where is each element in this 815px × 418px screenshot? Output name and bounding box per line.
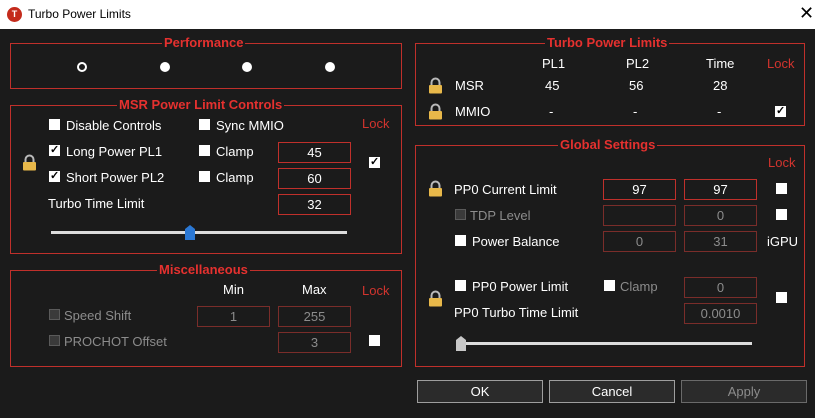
disable-controls-checkbox[interactable]	[49, 119, 60, 130]
tdp-level-label: TDP Level	[470, 208, 531, 223]
long-power-label: Long Power PL1	[66, 144, 163, 159]
pp0-turbo-slider-track[interactable]	[456, 342, 752, 345]
mmio-row-pl2: -	[633, 104, 638, 119]
global-settings-title: Global Settings	[558, 137, 658, 152]
turbo-header-pl1: PL1	[542, 56, 566, 71]
prochot-checkbox[interactable]	[49, 335, 60, 346]
turbo-header-pl2: PL2	[626, 56, 650, 71]
mmio-row-pl1: -	[549, 104, 554, 119]
msr-row-pl2: 56	[629, 78, 644, 93]
pp0-turbo-input[interactable]: 0.0010	[684, 303, 757, 324]
speed-shift-label: Speed Shift	[64, 308, 132, 323]
tdp-level-input-1[interactable]	[603, 205, 676, 226]
app-icon: T	[7, 7, 22, 22]
pp0-power-input[interactable]: 0	[684, 277, 757, 298]
misc-max-header: Max	[302, 282, 327, 297]
msr-turbo-slider-track[interactable]	[51, 231, 347, 234]
msr-turbo-slider-thumb[interactable]	[185, 225, 195, 240]
short-power-input[interactable]: 60	[278, 168, 351, 189]
long-power-input[interactable]: 45	[278, 142, 351, 163]
prochot-input[interactable]: 3	[278, 332, 351, 353]
sync-mmio-label: Sync MMIO	[216, 118, 284, 133]
msr-row-label: MSR	[455, 78, 484, 93]
global-lock-label: Lock	[768, 155, 796, 170]
speed-shift-max-input[interactable]: 255	[278, 306, 351, 327]
msr-lock-icon	[23, 154, 36, 171]
msr-lock-checkbox[interactable]	[369, 155, 380, 168]
long-power-clamp-checkbox[interactable]	[199, 145, 210, 156]
short-power-clamp-label: Clamp	[216, 170, 254, 185]
performance-radio-1[interactable]	[77, 62, 87, 72]
speed-shift-checkbox[interactable]	[49, 309, 60, 320]
disable-controls-label: Disable Controls	[66, 118, 162, 133]
mmio-row-time: -	[717, 104, 722, 119]
turbo-header-lock: Lock	[767, 56, 795, 71]
power-balance-input-2[interactable]: 31	[684, 231, 757, 252]
pp0-turbo-label: PP0 Turbo Time Limit	[454, 305, 579, 320]
misc-lock-label: Lock	[362, 283, 390, 298]
pp0-current-lock-checkbox[interactable]	[776, 183, 787, 194]
misc-min-header: Min	[223, 282, 244, 297]
msr-row-time: 28	[713, 78, 728, 93]
performance-radio-2[interactable]	[160, 62, 170, 72]
mmio-row-label: MMIO	[455, 104, 491, 119]
pp0-current-label: PP0 Current Limit	[454, 182, 557, 197]
tdp-level-lock-checkbox[interactable]	[776, 209, 787, 220]
pp0-power-lock-checkbox[interactable]	[776, 292, 787, 303]
turbo-time-label: Turbo Time Limit	[48, 196, 145, 211]
short-power-label: Short Power PL2	[66, 170, 165, 185]
msr-title: MSR Power Limit Controls	[117, 97, 285, 112]
msr-row-lock-icon	[429, 77, 442, 94]
performance-title: Performance	[162, 35, 246, 50]
pp0-turbo-slider-thumb[interactable]	[456, 336, 466, 351]
pp0-current-lock-icon	[429, 180, 442, 197]
msr-row-pl1: 45	[545, 78, 560, 93]
speed-shift-min-input[interactable]: 1	[197, 306, 270, 327]
pp0-power-lock-icon	[429, 290, 442, 307]
power-balance-checkbox[interactable]	[455, 235, 466, 246]
misc-lock-checkbox[interactable]	[369, 335, 380, 346]
tdp-level-input-2[interactable]: 0	[684, 205, 757, 226]
mmio-row-lock-icon	[429, 103, 442, 120]
power-balance-input-1[interactable]: 0	[603, 231, 676, 252]
tdp-level-checkbox[interactable]	[455, 209, 466, 220]
mmio-lock-checkbox[interactable]	[775, 104, 786, 117]
performance-radio-4[interactable]	[325, 62, 335, 72]
pp0-current-input-2[interactable]: 97	[684, 179, 757, 200]
misc-title: Miscellaneous	[157, 262, 250, 277]
turbo-header-time: Time	[706, 56, 735, 71]
cancel-button[interactable]: Cancel	[549, 380, 675, 403]
performance-radio-3[interactable]	[242, 62, 252, 72]
turbo-time-input[interactable]: 32	[278, 194, 351, 215]
apply-button[interactable]: Apply	[681, 380, 807, 403]
turbo-limits-title: Turbo Power Limits	[545, 35, 670, 50]
sync-mmio-checkbox[interactable]	[199, 119, 210, 130]
power-balance-suffix: iGPU	[767, 234, 799, 249]
long-power-checkbox[interactable]	[49, 143, 60, 156]
pp0-power-clamp-label: Clamp	[620, 279, 658, 294]
pp0-power-clamp-checkbox[interactable]	[604, 280, 615, 291]
power-balance-label: Power Balance	[472, 234, 560, 249]
short-power-checkbox[interactable]	[49, 169, 60, 182]
pp0-current-input-1[interactable]: 97	[603, 179, 676, 200]
prochot-label: PROCHOT Offset	[64, 334, 167, 349]
window-title: Turbo Power Limits	[28, 7, 131, 21]
msr-lock-label: Lock	[362, 116, 390, 131]
long-power-clamp-label: Clamp	[216, 144, 254, 159]
title-bar: T Turbo Power Limits ✕	[0, 0, 815, 29]
pp0-power-label: PP0 Power Limit	[472, 279, 569, 294]
short-power-clamp-checkbox[interactable]	[199, 171, 210, 182]
close-icon[interactable]: ✕	[799, 3, 814, 24]
ok-button[interactable]: OK	[417, 380, 543, 403]
pp0-power-checkbox[interactable]	[455, 280, 466, 291]
